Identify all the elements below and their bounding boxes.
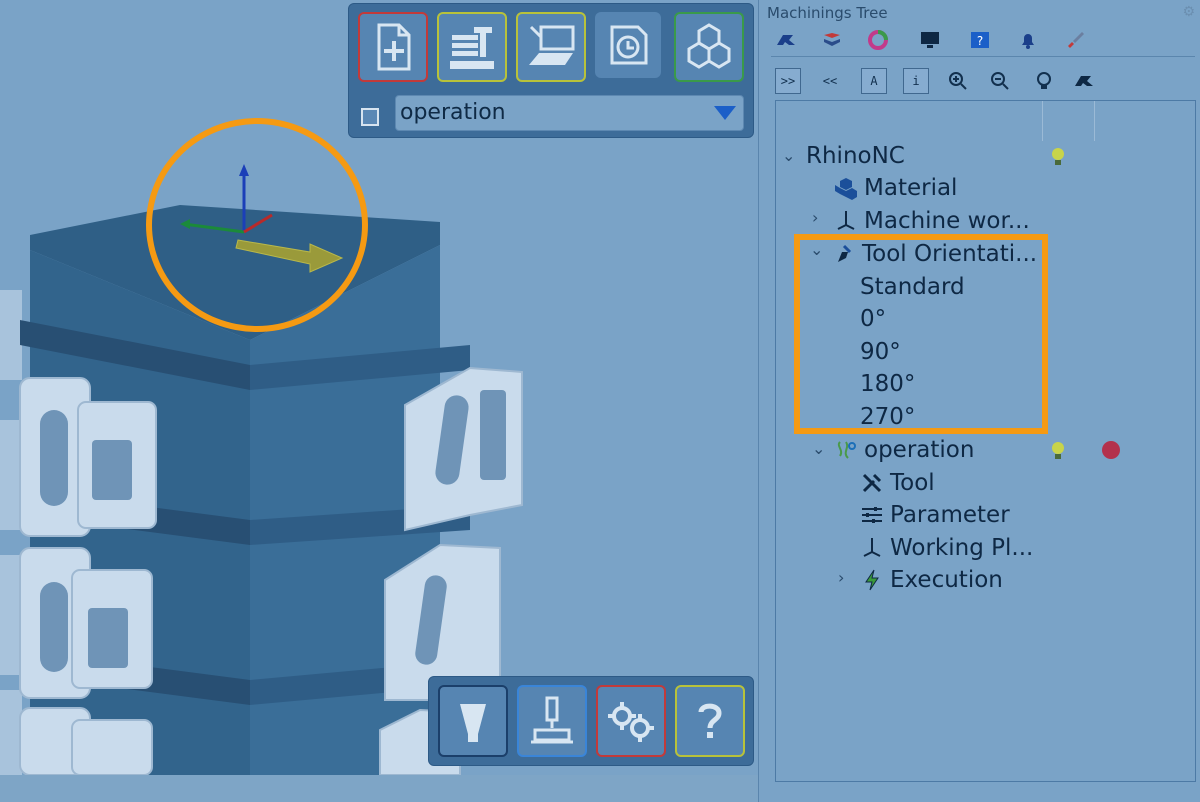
cubes-button[interactable] [674, 12, 744, 82]
panel-title: Machinings Tree [767, 4, 888, 22]
collapse-all-button[interactable]: << [817, 68, 843, 94]
stock-setup-button[interactable] [437, 12, 507, 82]
tree-item-rhinonc[interactable]: RhinoNC [806, 140, 905, 172]
tree-item-label: operation [864, 437, 975, 463]
gizmo-highlight-circle [146, 118, 368, 332]
color-wheel-icon [868, 30, 888, 50]
clock-icon [610, 25, 648, 65]
tree-item-working-plane[interactable]: Working Pl... [860, 532, 1033, 564]
dropdown-arrow-icon [714, 106, 736, 120]
tab-rhino[interactable] [773, 28, 799, 52]
machine-icon [529, 25, 575, 65]
tree-item-label: Execution [890, 567, 1003, 593]
tree-item-label: Tool [890, 470, 935, 496]
tree-toolbar: >> << A i [775, 68, 1175, 100]
spindle-machine-icon [531, 696, 573, 744]
stock-setup-icon [450, 27, 494, 69]
material-icon [835, 178, 857, 200]
tab-brush[interactable] [1063, 28, 1089, 52]
brush-icon [1068, 32, 1084, 48]
tree-item-label: Material [864, 175, 958, 201]
tree-item-material[interactable]: Material [834, 172, 957, 204]
axes-icon [837, 211, 855, 230]
svg-text:?: ? [977, 34, 983, 48]
sliders-icon [862, 507, 882, 523]
tab-colors[interactable] [865, 28, 891, 52]
operation-select[interactable]: operation [395, 95, 744, 131]
chevron-right-icon[interactable]: › [812, 208, 818, 227]
chevron-right-icon[interactable]: › [838, 568, 844, 587]
tree-item-execution[interactable]: Execution [860, 564, 1003, 596]
chevron-down-icon[interactable]: ⌄ [812, 439, 825, 458]
cubes-icon [687, 23, 731, 69]
top-toolbar: operation [348, 3, 754, 138]
text-mode-button[interactable]: A [861, 68, 887, 94]
operation-select-value: operation [400, 100, 506, 125]
bulb-icon [1037, 72, 1051, 89]
operation-checkbox[interactable] [361, 108, 379, 126]
tool-button[interactable] [438, 685, 508, 757]
bulb-button[interactable] [1031, 68, 1057, 94]
layers-icon [824, 33, 840, 46]
tab-notifications[interactable] [1015, 28, 1041, 52]
rhino-icon [1075, 76, 1093, 86]
zoom-out-icon [991, 72, 1009, 90]
settings-gears-button[interactable] [596, 685, 666, 757]
tree-item-label: Machine wor... [864, 208, 1030, 234]
new-document-button[interactable] [358, 12, 428, 82]
status-strip [0, 775, 758, 802]
help-box-icon: ? [971, 32, 989, 48]
operation-icon [837, 441, 856, 459]
help-icon [698, 703, 722, 738]
tree-item-label: Working Pl... [890, 535, 1034, 561]
axes-icon [863, 538, 881, 557]
new-document-icon [377, 23, 411, 71]
zoom-in-button[interactable] [945, 68, 971, 94]
lightning-icon [865, 569, 879, 591]
tree-item-operation[interactable]: operation [834, 434, 974, 466]
bulb-icon[interactable] [1050, 146, 1066, 168]
tree-item-label: Parameter [890, 502, 1010, 528]
bulb-icon[interactable] [1050, 440, 1066, 462]
column-divider [1042, 101, 1043, 141]
tab-help[interactable]: ? [967, 28, 993, 52]
rhino-icon [777, 35, 795, 45]
zoom-in-icon [949, 72, 967, 90]
chevron-down-icon[interactable]: ⌄ [782, 146, 795, 165]
tree-item-tool[interactable]: Tool [860, 467, 935, 499]
wrench-icon [862, 473, 882, 493]
status-dot-icon [1102, 441, 1120, 459]
expand-all-button[interactable]: >> [775, 68, 801, 94]
tab-separator [771, 56, 1195, 57]
rhino-button[interactable] [1071, 68, 1097, 94]
clock-button[interactable] [595, 12, 661, 78]
tree-item-machine-work[interactable]: Machine wor... [834, 205, 1030, 237]
zoom-out-button[interactable] [987, 68, 1013, 94]
monitor-icon [921, 32, 939, 48]
bottom-toolbar [428, 676, 754, 766]
tree-item-parameter[interactable]: Parameter [860, 499, 1010, 531]
3d-viewport[interactable]: operation [0, 0, 758, 775]
orientation-highlight-box [794, 234, 1048, 434]
tab-layers[interactable] [819, 28, 845, 52]
tab-display[interactable] [917, 28, 943, 52]
bell-icon [1022, 34, 1034, 49]
machine-button[interactable] [516, 12, 586, 82]
panel-settings-icon[interactable]: ⚙ [1182, 4, 1195, 20]
help-button[interactable] [675, 685, 745, 757]
tree-item-label: RhinoNC [806, 143, 905, 169]
column-divider [1094, 101, 1095, 141]
gears-icon [608, 702, 654, 742]
panel-tabs: ? [771, 26, 1196, 56]
spindle-machine-button[interactable] [517, 685, 587, 757]
info-button[interactable]: i [903, 68, 929, 94]
tool-cone-icon [460, 704, 486, 742]
